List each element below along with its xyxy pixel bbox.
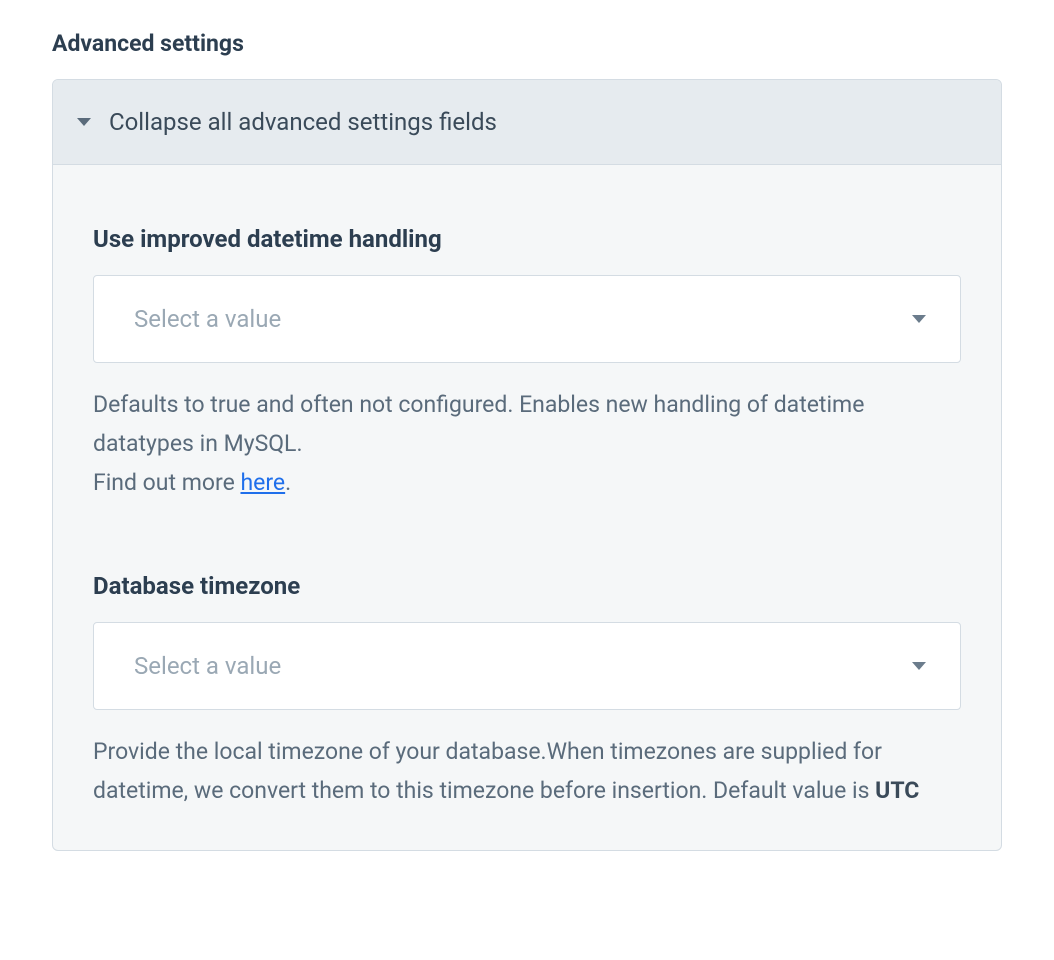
caret-down-icon — [912, 315, 926, 323]
select-placeholder: Select a value — [134, 305, 281, 333]
collapse-label: Collapse all advanced settings fields — [109, 108, 497, 136]
datetime-handling-select[interactable]: Select a value — [93, 275, 961, 363]
panel-body: Use improved datetime handling Select a … — [53, 165, 1001, 850]
field-datetime-handling: Use improved datetime handling Select a … — [93, 225, 961, 502]
help-text-prefix: Find out more — [93, 469, 240, 496]
help-text-suffix: . — [285, 469, 291, 496]
help-text-bold: UTC — [875, 777, 919, 804]
field-database-timezone: Database timezone Select a value Provide… — [93, 572, 961, 810]
database-timezone-select[interactable]: Select a value — [93, 622, 961, 710]
field-help-text: Provide the local timezone of your datab… — [93, 732, 961, 810]
field-help-text: Defaults to true and often not configure… — [93, 385, 961, 502]
section-title: Advanced settings — [52, 30, 1002, 57]
chevron-down-icon — [77, 118, 91, 126]
field-label: Use improved datetime handling — [93, 225, 961, 253]
help-text-body: Provide the local timezone of your datab… — [93, 738, 882, 804]
collapse-all-toggle[interactable]: Collapse all advanced settings fields — [53, 80, 1001, 165]
select-placeholder: Select a value — [134, 652, 281, 680]
find-out-more-link[interactable]: here — [240, 469, 285, 496]
caret-down-icon — [912, 662, 926, 670]
advanced-settings-panel: Collapse all advanced settings fields Us… — [52, 79, 1002, 851]
field-label: Database timezone — [93, 572, 961, 600]
help-text-line1: Defaults to true and often not configure… — [93, 391, 864, 457]
